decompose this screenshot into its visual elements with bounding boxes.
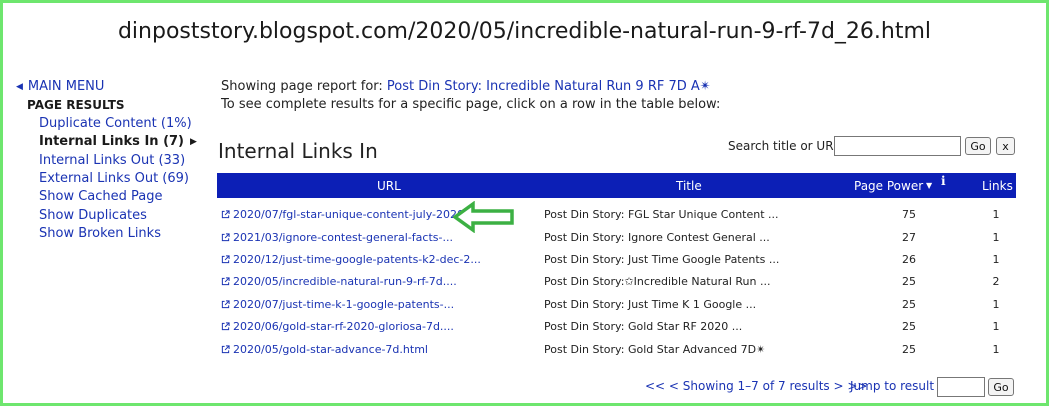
row-url: 2020/07/just-time-k-1-google-patents-...: [233, 298, 455, 311]
jump-go-button[interactable]: Go: [988, 378, 1014, 396]
external-link-icon[interactable]: [221, 345, 230, 354]
external-link-icon[interactable]: [221, 322, 230, 331]
table-row[interactable]: 2020/05/incredible-natural-run-9-rf-7d..…: [217, 272, 1016, 294]
sidebar-item-internal-links-in[interactable]: Internal Links In (7) ▶: [16, 133, 197, 151]
table-row[interactable]: 2020/07/just-time-k-1-google-patents-...…: [217, 295, 1016, 317]
row-links: 1: [992, 320, 1000, 333]
sidebar-item-show-cached-page[interactable]: Show Cached Page: [16, 188, 197, 206]
search-input[interactable]: [834, 136, 961, 156]
external-link-icon[interactable]: [221, 255, 230, 264]
column-header-url[interactable]: URL: [377, 179, 401, 193]
row-url-link[interactable]: 2020/05/gold-star-advance-7d.html: [221, 343, 428, 356]
row-url-link[interactable]: 2020/06/gold-star-rf-2020-gloriosa-7d...…: [221, 320, 454, 333]
table-row[interactable]: 2020/07/fgl-star-unique-content-july-202…: [217, 205, 1016, 227]
row-page-power: 25: [902, 298, 916, 311]
sidebar-item-show-broken-links[interactable]: Show Broken Links: [16, 225, 197, 243]
external-link-icon[interactable]: [221, 277, 230, 286]
sidebar-item-duplicate-content[interactable]: Duplicate Content (1%): [16, 115, 197, 133]
row-page-power: 75: [902, 208, 916, 221]
report-prefix: Showing page report for:: [221, 79, 387, 94]
info-icon[interactable]: i: [941, 174, 946, 188]
sidebar-item-external-links-out[interactable]: External Links Out (69): [16, 170, 197, 188]
column-header-title[interactable]: Title: [676, 179, 702, 193]
table-row[interactable]: 2020/12/just-time-google-patents-k2-dec-…: [217, 250, 1016, 272]
report-page-link[interactable]: Post Din Story: Incredible Natural Run 9…: [387, 79, 711, 94]
row-title: Post Din Story: Just Time K 1 Google ...: [544, 298, 757, 311]
back-triangle-icon: ◀: [16, 82, 23, 92]
sidebar: ◀ MAIN MENU PAGE RESULTS Duplicate Conten…: [16, 78, 197, 244]
column-header-links[interactable]: Links: [982, 179, 1013, 193]
current-triangle-icon: ▶: [190, 137, 197, 148]
row-url-link[interactable]: 2020/07/fgl-star-unique-content-july-202…: [221, 208, 478, 221]
page-report-info: Showing page report for: Post Din Story:…: [221, 78, 720, 114]
row-url-link[interactable]: 2020/05/incredible-natural-run-9-rf-7d..…: [221, 275, 457, 288]
sidebar-item-show-duplicates[interactable]: Show Duplicates: [16, 207, 197, 225]
jump-to-result-label: Jump to result: [850, 379, 935, 393]
page-url-heading: dinpoststory.blogspot.com/2020/05/incred…: [117, 19, 932, 44]
row-url: 2020/07/fgl-star-unique-content-july-202…: [233, 208, 478, 221]
column-header-page-power[interactable]: Page Power: [854, 179, 923, 193]
row-links: 1: [992, 253, 1000, 266]
row-links: 1: [992, 208, 1000, 221]
search-label: Search title or URL: [728, 139, 841, 153]
row-url: 2020/06/gold-star-rf-2020-gloriosa-7d...…: [233, 320, 454, 333]
row-url: 2020/05/gold-star-advance-7d.html: [233, 343, 428, 356]
report-instructions: To see complete results for a specific p…: [221, 97, 721, 112]
row-url-link[interactable]: 2020/07/just-time-k-1-google-patents-...: [221, 298, 454, 311]
external-link-icon[interactable]: [221, 300, 230, 309]
page-results-heading: PAGE RESULTS: [27, 98, 125, 113]
row-page-power: 25: [902, 320, 916, 333]
row-page-power: 25: [902, 275, 916, 288]
jump-to-result-input[interactable]: [937, 377, 985, 397]
row-links: 1: [992, 343, 1000, 356]
row-url-link[interactable]: 2021/03/ignore-contest-general-facts-...: [221, 231, 453, 244]
table-row[interactable]: 2020/05/gold-star-advance-7d.html Post Di…: [217, 340, 1016, 362]
pagination[interactable]: << < Showing 1–7 of 7 results > >>: [645, 379, 867, 393]
main-menu-link[interactable]: ◀ MAIN MENU: [16, 78, 197, 96]
row-title: Post Din Story: Just Time Google Patents…: [544, 253, 780, 266]
external-link-icon[interactable]: [221, 210, 230, 219]
row-links: 1: [992, 231, 1000, 244]
row-page-power: 26: [902, 253, 916, 266]
page-frame: dinpoststory.blogspot.com/2020/05/incred…: [0, 0, 1049, 406]
table-row[interactable]: 2021/03/ignore-contest-general-facts-...…: [217, 228, 1016, 250]
row-title: Post Din Story: Ignore Contest General .…: [544, 231, 770, 244]
search-go-button[interactable]: Go: [965, 137, 991, 155]
left-arrow-icon: [453, 201, 514, 233]
row-page-power: 27: [902, 231, 916, 244]
row-url: 2020/12/just-time-google-patents-k2-dec-…: [233, 253, 481, 266]
row-url: 2020/05/incredible-natural-run-9-rf-7d..…: [233, 275, 457, 288]
row-url: 2021/03/ignore-contest-general-facts-...: [233, 231, 453, 244]
row-links: 2: [992, 275, 1000, 288]
table-header: URL Title Page Power ▼ i Links: [217, 173, 1016, 198]
row-links: 1: [992, 298, 1000, 311]
sidebar-item-internal-links-out[interactable]: Internal Links Out (33): [16, 152, 197, 170]
section-title: Internal Links In: [218, 139, 378, 163]
row-page-power: 25: [902, 343, 916, 356]
row-title: Post Din Story: Gold Star RF 2020 ...: [544, 320, 743, 333]
sidebar-item-label: Internal Links In (7): [39, 134, 184, 150]
table-row[interactable]: 2020/06/gold-star-rf-2020-gloriosa-7d...…: [217, 317, 1016, 339]
sort-desc-icon[interactable]: ▼: [926, 181, 932, 190]
row-title: Post Din Story:✩Incredible Natural Run .…: [544, 275, 771, 288]
row-title: Post Din Story: Gold Star Advanced 7D✴: [544, 343, 766, 356]
search-clear-button[interactable]: x: [996, 137, 1015, 155]
external-link-icon[interactable]: [221, 233, 230, 242]
row-url-link[interactable]: 2020/12/just-time-google-patents-k2-dec-…: [221, 253, 481, 266]
row-title: Post Din Story: FGL Star Unique Content …: [544, 208, 779, 221]
